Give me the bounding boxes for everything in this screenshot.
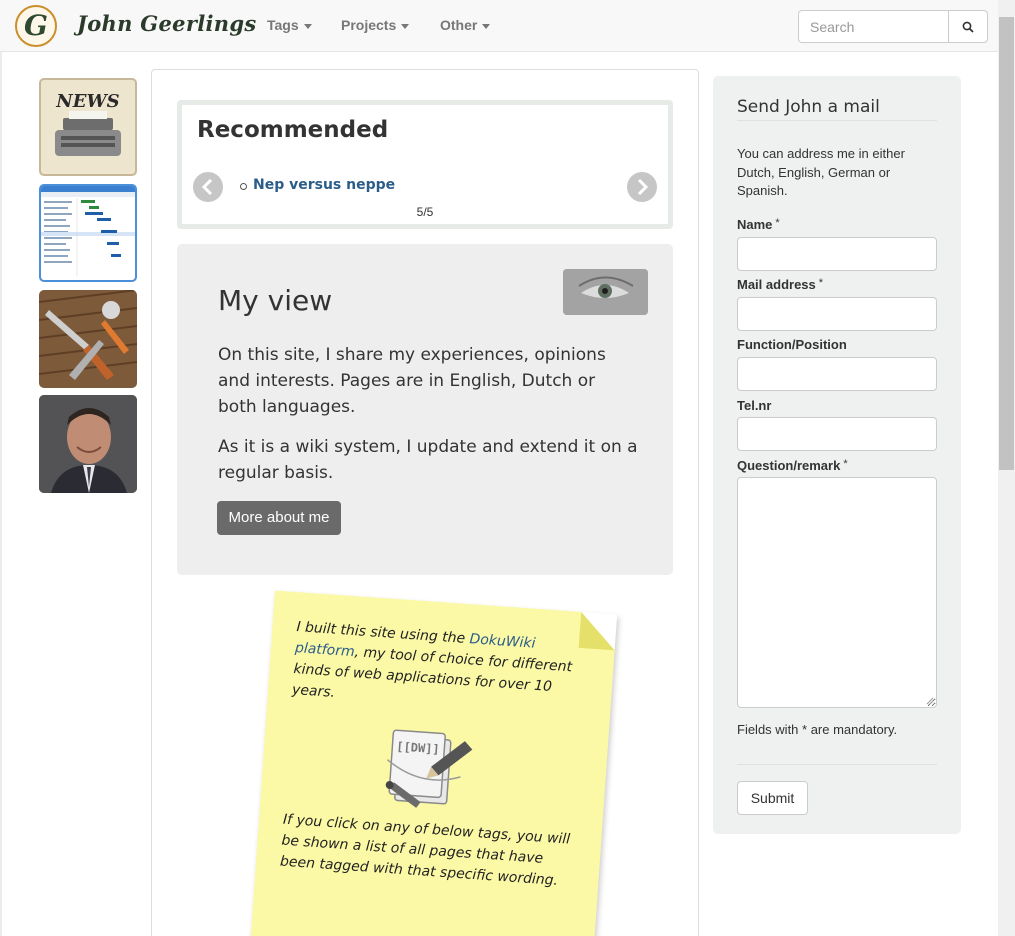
search-input[interactable] [798, 10, 949, 43]
chevron-down-icon [482, 23, 491, 29]
thumbnail-gantt[interactable] [39, 184, 137, 282]
gantt-chart-icon [41, 186, 135, 276]
eye-icon [563, 269, 648, 315]
thumbnail-news[interactable]: NEWS [39, 78, 137, 176]
eye-image [563, 269, 648, 315]
telnr-field[interactable] [737, 417, 937, 451]
typewriter-icon [55, 111, 121, 156]
function-label: Function/Position [737, 337, 847, 352]
question-label: Question/remark * [737, 458, 848, 473]
mail-address-label-text: Mail address [737, 277, 816, 292]
required-marker: * [843, 458, 848, 470]
page-edge [0, 52, 2, 936]
search-button[interactable] [948, 10, 988, 43]
required-marker: * [775, 217, 780, 229]
thumbnail-tools[interactable] [39, 290, 137, 388]
telnr-label-text: Tel.nr [737, 398, 772, 413]
person-photo-icon [39, 395, 137, 493]
site-brand-name[interactable]: John Geerlings [77, 11, 256, 36]
recommended-link[interactable]: Nep versus neppe [253, 177, 395, 193]
carousel-prev-button[interactable] [193, 172, 223, 202]
name-label-text: Name [737, 217, 773, 232]
question-textarea[interactable] [737, 477, 937, 708]
divider [737, 764, 937, 765]
my-view-paragraph-1: On this site, I share my experiences, op… [218, 345, 606, 417]
nav-other[interactable]: Other [440, 17, 491, 33]
note-text-tags: If you click on any of below tags, you w… [279, 811, 571, 889]
nav-projects[interactable]: Projects [341, 17, 410, 33]
search-icon [962, 21, 974, 33]
dokuwiki-logo-icon: [[DW]] [385, 729, 473, 808]
my-view-paragraph-2: As it is a wiki system, I update and ext… [218, 437, 638, 483]
thumbnail-person[interactable] [39, 395, 137, 493]
mandatory-note: Fields with * are mandatory. [737, 722, 898, 737]
name-label: Name * [737, 217, 780, 232]
nav-tags[interactable]: Tags [267, 17, 312, 33]
required-marker: * [818, 277, 824, 289]
mail-form-intro: You can address me in either Dutch, Engl… [737, 146, 905, 198]
mail-address-field[interactable] [737, 297, 937, 331]
chevron-down-icon [303, 23, 312, 29]
dw-logo-text: [[DW]] [396, 739, 440, 756]
chevron-left-icon [201, 179, 213, 195]
carousel-next-button[interactable] [627, 172, 657, 202]
dokuwiki-logo: [[DW]] [380, 724, 481, 820]
submit-button[interactable]: Submit [737, 781, 808, 815]
divider [737, 120, 937, 121]
top-navbar: G John Geerlings Tags Projects Other [0, 0, 1015, 52]
name-field[interactable] [737, 237, 937, 271]
mail-address-label: Mail address * [737, 277, 823, 292]
tools-icon [39, 290, 137, 380]
site-logo[interactable]: G [15, 5, 57, 47]
chevron-right-icon [637, 179, 649, 195]
sticky-note: I built this site using the DokuWiki pla… [249, 590, 618, 936]
scrollbar-thumb[interactable] [999, 17, 1014, 470]
recommended-title: Recommended [197, 117, 389, 143]
list-bullet [240, 183, 247, 190]
nav-other-label: Other [440, 17, 478, 33]
question-label-text: Question/remark [737, 458, 841, 473]
function-field[interactable] [737, 357, 937, 391]
telnr-label: Tel.nr [737, 398, 771, 413]
nav-tags-label: Tags [267, 17, 299, 33]
page-scrollbar[interactable] [998, 0, 1015, 936]
my-view-title: My view [218, 284, 333, 317]
resize-grip-icon[interactable] [926, 697, 934, 705]
nav-projects-label: Projects [341, 17, 397, 33]
mail-form-title: Send John a mail [737, 97, 880, 117]
function-label-text: Function/Position [737, 337, 847, 352]
logo-letter: G [24, 9, 48, 42]
more-about-me-button[interactable]: More about me [217, 501, 341, 535]
note-text-intro: I built this site using the DokuWiki pla… [291, 617, 596, 722]
carousel-counter: 5/5 [416, 205, 434, 219]
chevron-down-icon [401, 23, 410, 29]
